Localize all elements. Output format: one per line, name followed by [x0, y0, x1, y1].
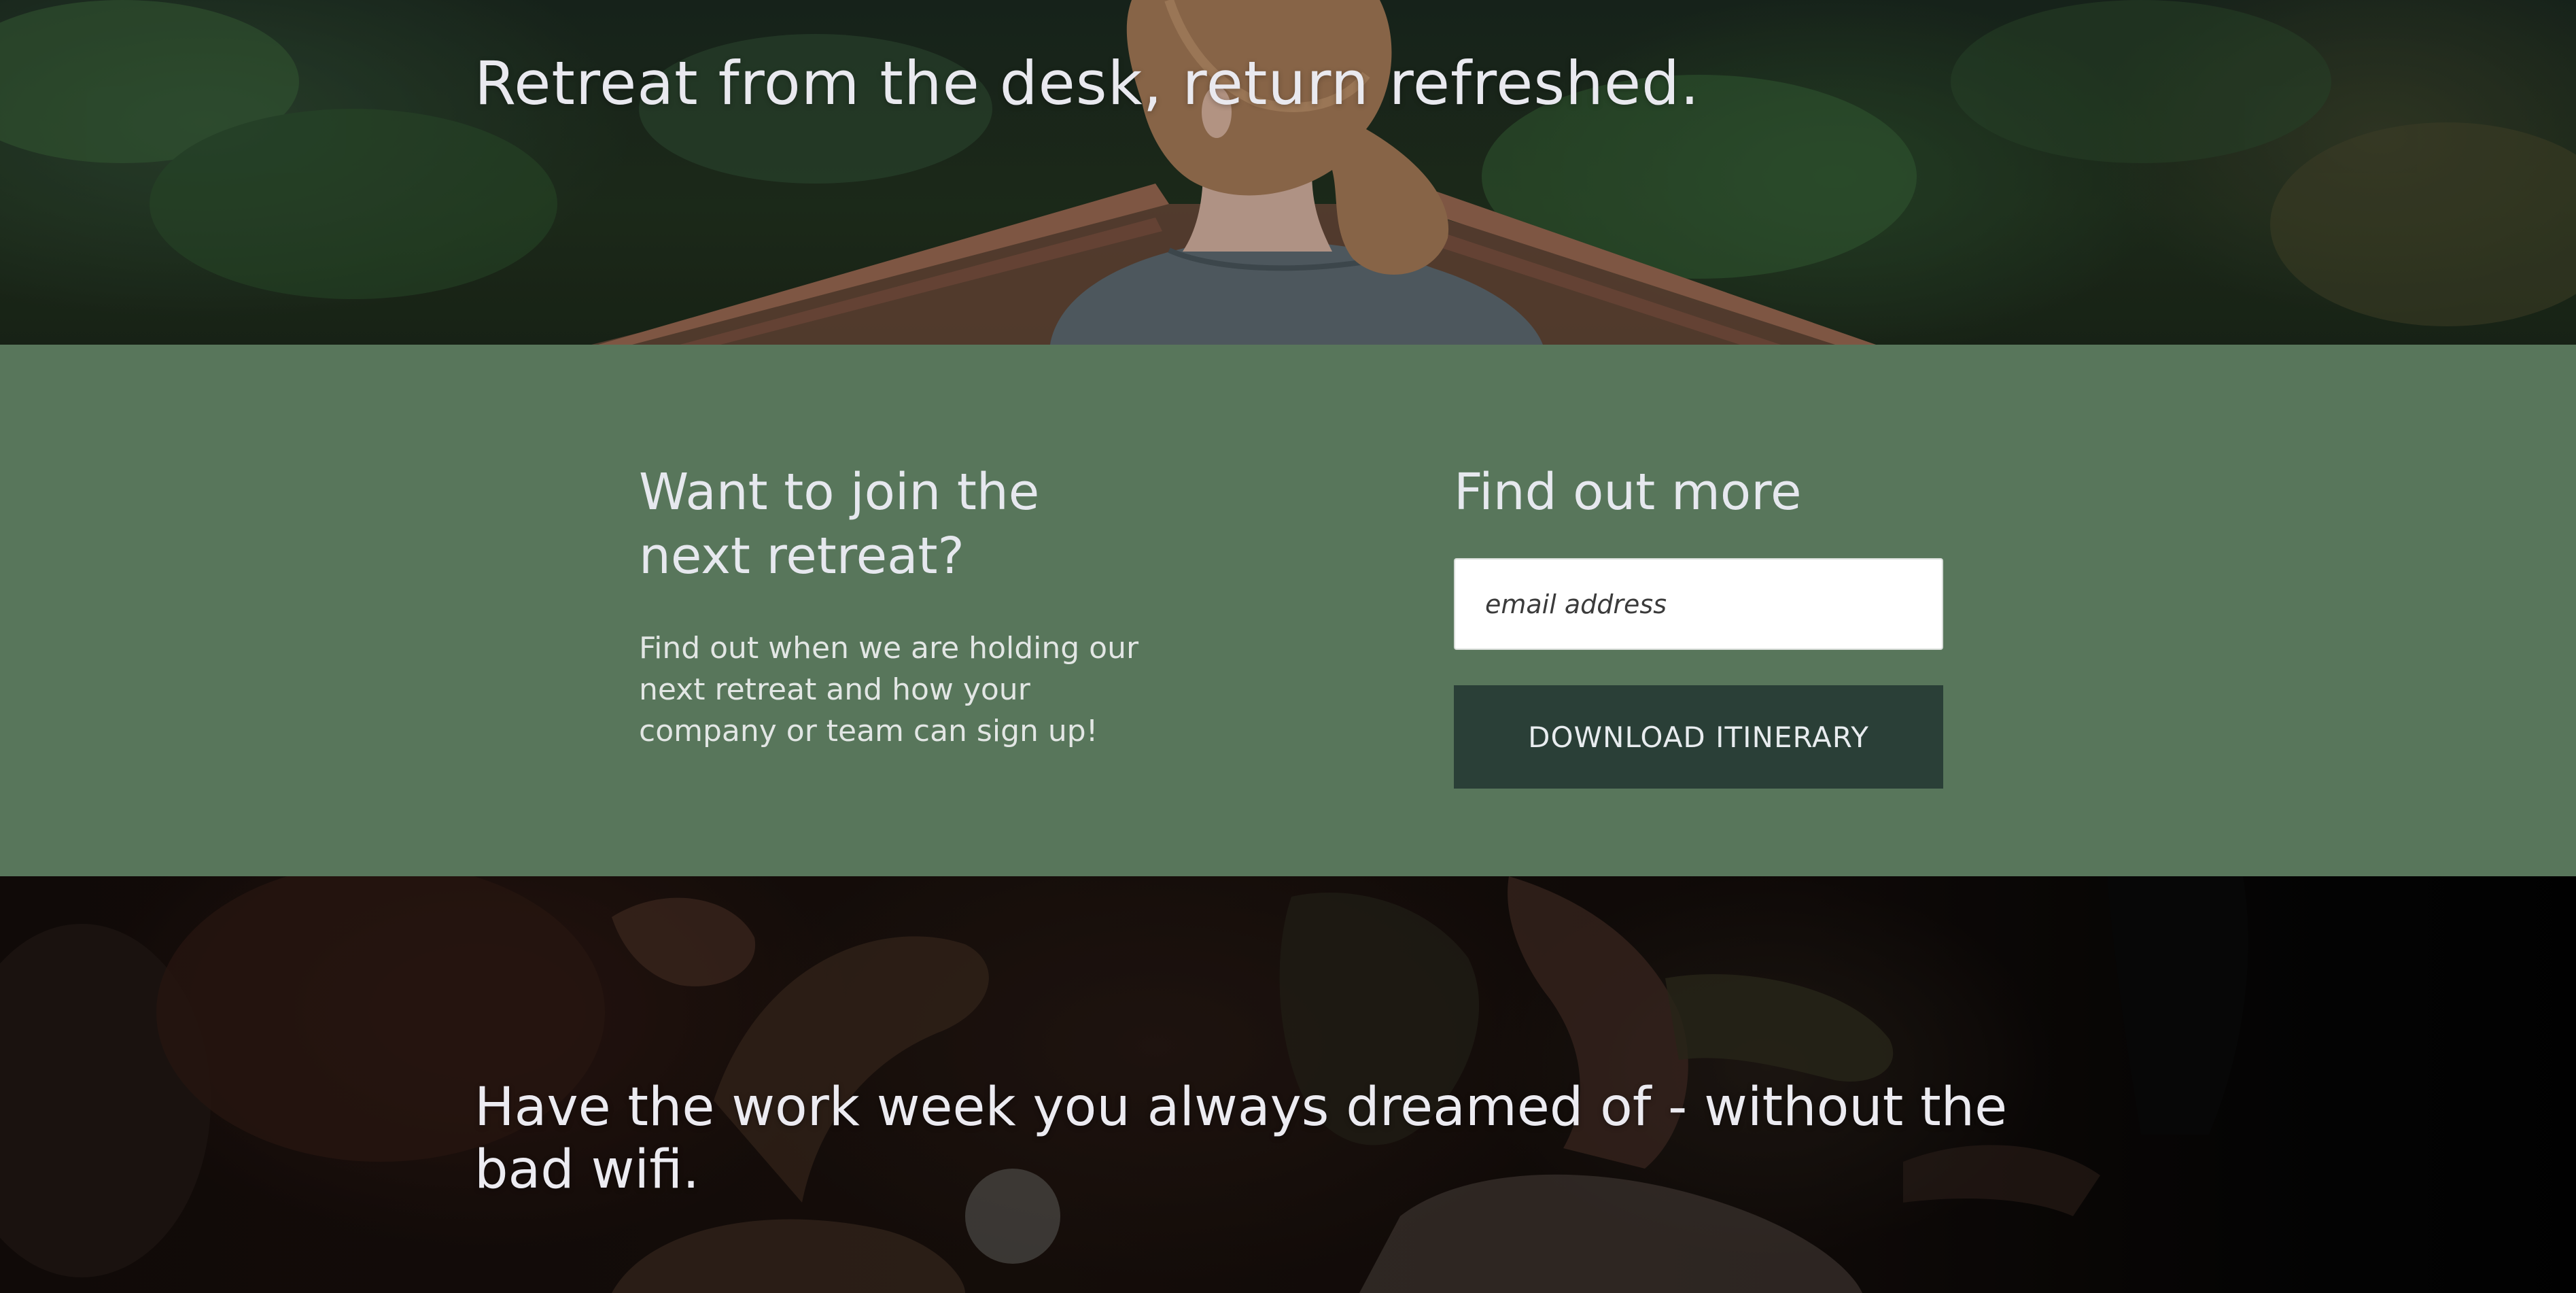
hero-section: Retreat from the desk, return refreshed.	[0, 0, 2576, 345]
download-itinerary-button[interactable]: Download Itinerary	[1454, 685, 1943, 789]
closing-section: Have the work week you always dreamed of…	[0, 876, 2576, 1293]
hero-title: Retreat from the desk, return refreshed.	[474, 48, 1700, 118]
form-heading: Find out more	[1454, 463, 1802, 521]
signup-section: Want to join the next retreat? Find out …	[0, 345, 2576, 876]
signup-intro: Want to join the next retreat? Find out …	[639, 460, 1142, 752]
signup-heading: Want to join the next retreat?	[639, 463, 1040, 585]
signup-form: Find out more Download Itinerary	[1454, 460, 1943, 789]
signup-description: Find out when we are holding our next re…	[639, 631, 1139, 748]
closing-title: Have the work week you always dreamed of…	[474, 1077, 2008, 1201]
email-input[interactable]	[1454, 558, 1943, 650]
